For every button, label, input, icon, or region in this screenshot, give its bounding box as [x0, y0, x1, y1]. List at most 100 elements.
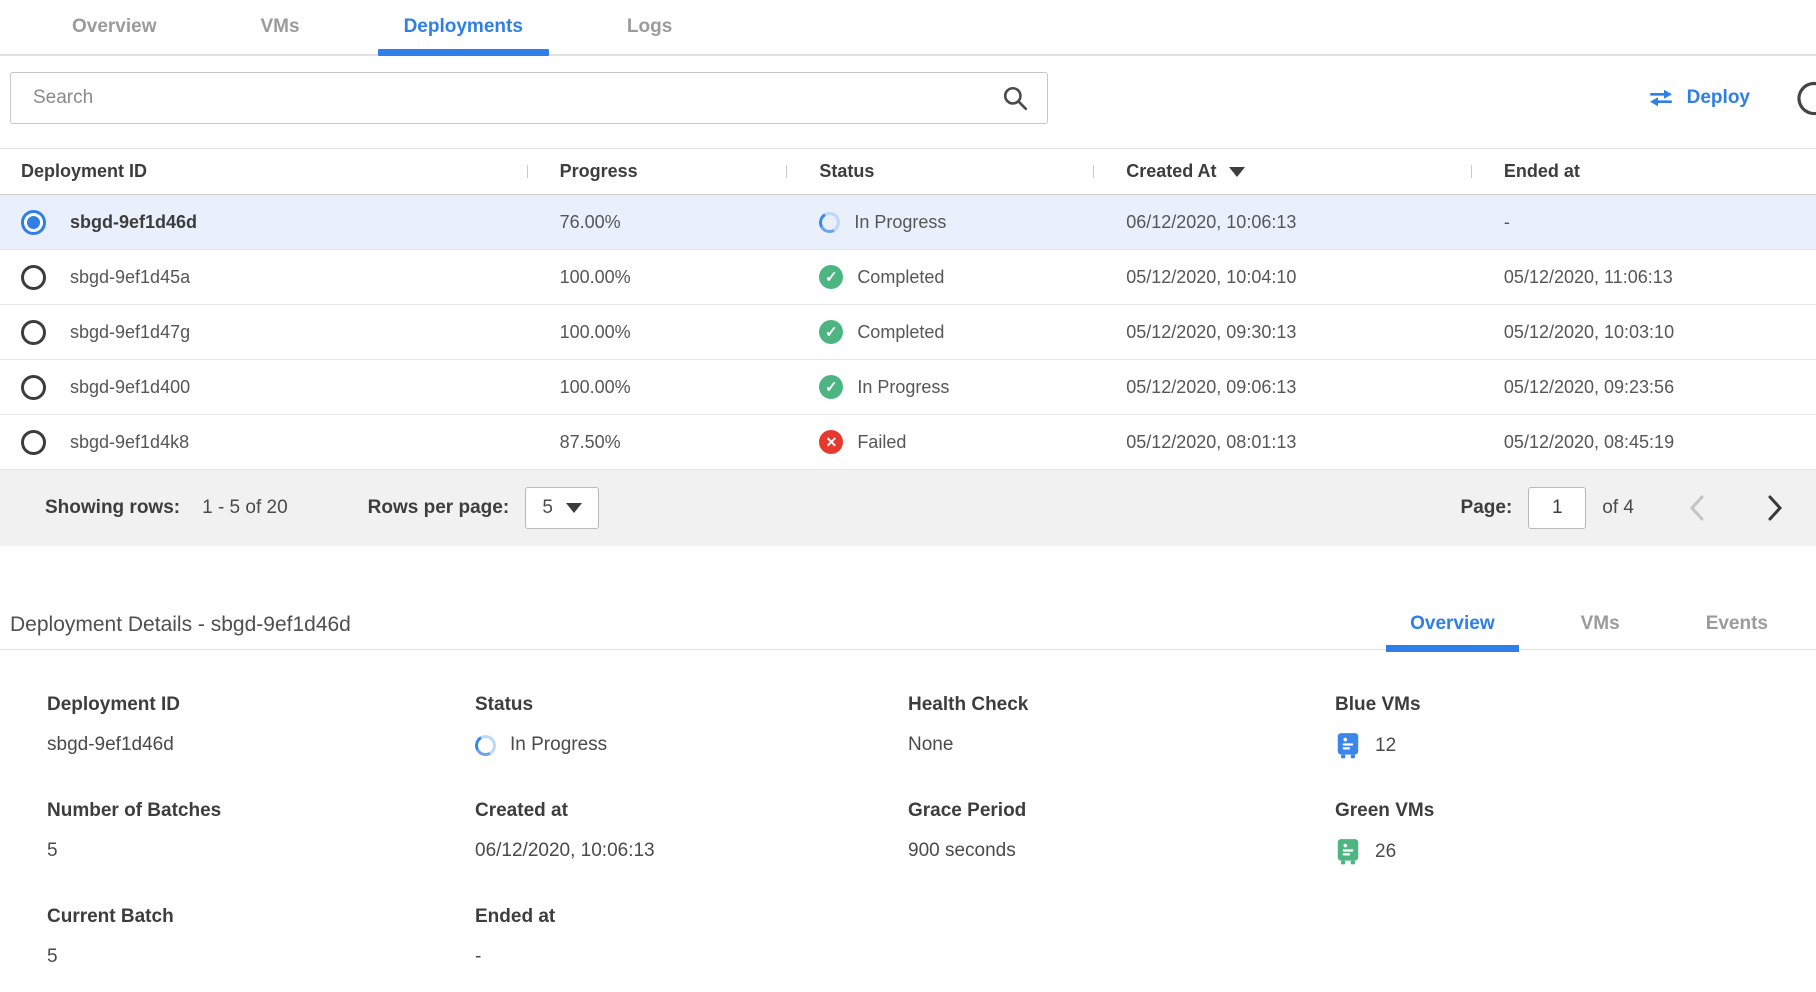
details-tab-vms[interactable]: VMs: [1557, 613, 1644, 649]
page-number-input[interactable]: [1528, 487, 1586, 529]
page-count: of 4: [1602, 497, 1634, 519]
field-value: In Progress: [510, 734, 607, 756]
deployments-page: Overview VMs Deployments Logs Deploy Dep…: [0, 0, 1816, 992]
table-pagination: Showing rows: 1 - 5 of 20 Rows per page:…: [0, 470, 1816, 546]
details-tab-events[interactable]: Events: [1682, 613, 1792, 649]
field-blue-vms: Blue VMs 12: [1335, 694, 1816, 760]
table-row[interactable]: sbgd-9ef1d4k8 87.50% Failed 05/12/2020, …: [0, 415, 1816, 470]
field-health-check: Health Check None: [908, 694, 1335, 760]
field-label: Status: [475, 694, 908, 716]
field-label: Green VMs: [1335, 800, 1816, 822]
field-ended-at: Ended at -: [475, 906, 908, 970]
field-label: Grace Period: [908, 800, 1335, 822]
page-label: Page:: [1461, 497, 1513, 519]
progress-value: 100.00%: [527, 267, 787, 288]
created-at-value: 05/12/2020, 09:06:13: [1093, 377, 1471, 398]
field-label: Blue VMs: [1335, 694, 1816, 716]
status-label: In Progress: [854, 212, 946, 233]
row-radio[interactable]: [21, 375, 46, 400]
progress-value: 100.00%: [527, 322, 787, 343]
field-created-at: Created at 06/12/2020, 10:06:13: [475, 800, 908, 866]
search-box: [10, 72, 1048, 124]
chevron-right-icon: [1764, 493, 1786, 523]
status-label: Completed: [857, 322, 944, 343]
deployment-id: sbgd-9ef1d46d: [70, 212, 197, 233]
rows-per-page-select[interactable]: 5: [525, 487, 599, 529]
field-value: 5: [47, 838, 475, 864]
field-value: 5: [47, 944, 475, 970]
ended-at-value: 05/12/2020, 11:06:13: [1471, 267, 1816, 288]
field-value: 900 seconds: [908, 838, 1335, 864]
col-header-status[interactable]: Status: [786, 161, 1093, 182]
refresh-button[interactable]: [1794, 78, 1816, 118]
previous-page-button[interactable]: [1686, 493, 1712, 523]
deployment-id: sbgd-9ef1d4k8: [70, 432, 189, 453]
tab-logs[interactable]: Logs: [601, 0, 698, 54]
table-row[interactable]: sbgd-9ef1d47g 100.00% Completed 05/12/20…: [0, 305, 1816, 360]
toolbar: Deploy: [0, 56, 1816, 148]
field-grace-period: Grace Period 900 seconds: [908, 800, 1335, 866]
created-at-value: 05/12/2020, 08:01:13: [1093, 432, 1471, 453]
row-radio[interactable]: [21, 265, 46, 290]
status-in-progress-icon: [817, 209, 843, 235]
progress-value: 76.00%: [527, 212, 787, 233]
showing-rows-value: 1 - 5 of 20: [202, 497, 288, 519]
table-header: Deployment ID Progress Status Created At…: [0, 149, 1816, 195]
swap-arrows-icon: [1647, 86, 1675, 110]
tab-vms[interactable]: VMs: [235, 0, 326, 54]
table-row[interactable]: sbgd-9ef1d46d 76.00% In Progress 06/12/2…: [0, 195, 1816, 250]
field-value: 12: [1375, 735, 1396, 757]
created-at-value: 05/12/2020, 10:04:10: [1093, 267, 1471, 288]
table-row[interactable]: sbgd-9ef1d45a 100.00% Completed 05/12/20…: [0, 250, 1816, 305]
row-radio[interactable]: [21, 320, 46, 345]
col-header-created-at[interactable]: Created At: [1093, 161, 1471, 182]
search-icon: [1002, 85, 1028, 111]
field-label: Health Check: [908, 694, 1335, 716]
field-value: 06/12/2020, 10:06:13: [475, 838, 908, 864]
refresh-icon: [1794, 78, 1816, 118]
deployment-id: sbgd-9ef1d45a: [70, 267, 190, 288]
created-at-value: 06/12/2020, 10:06:13: [1093, 212, 1471, 233]
details-tab-overview[interactable]: Overview: [1386, 613, 1519, 649]
row-radio[interactable]: [21, 210, 46, 235]
row-radio[interactable]: [21, 430, 46, 455]
rows-per-page-label: Rows per page:: [368, 497, 509, 519]
search-input[interactable]: [10, 72, 1048, 124]
rows-per-page-value: 5: [542, 497, 553, 519]
col-header-ended-at[interactable]: Ended at: [1471, 161, 1816, 182]
field-label: Current Batch: [47, 906, 475, 928]
tab-deployments[interactable]: Deployments: [378, 0, 549, 54]
field-value: -: [475, 944, 908, 970]
next-page-button[interactable]: [1764, 493, 1790, 523]
field-deployment-id: Deployment ID sbgd-9ef1d46d: [47, 694, 475, 760]
details-title: Deployment Details - sbgd-9ef1d46d: [10, 613, 351, 649]
deployments-table: Deployment ID Progress Status Created At…: [0, 148, 1816, 546]
status-label: In Progress: [857, 377, 949, 398]
progress-value: 100.00%: [527, 377, 787, 398]
ended-at-value: 05/12/2020, 08:45:19: [1471, 432, 1816, 453]
field-status: Status In Progress: [475, 694, 908, 760]
chevron-left-icon: [1686, 493, 1708, 523]
deployment-id: sbgd-9ef1d400: [70, 377, 190, 398]
details-header: Deployment Details - sbgd-9ef1d46d Overv…: [0, 604, 1816, 650]
vm-server-icon: [1335, 838, 1361, 866]
status-failed-icon: [819, 430, 843, 454]
status-label: Failed: [857, 432, 906, 453]
col-header-created-at-label: Created At: [1126, 161, 1216, 182]
showing-rows-label: Showing rows:: [45, 497, 180, 519]
progress-value: 87.50%: [527, 432, 787, 453]
status-completed-icon: [819, 320, 843, 344]
status-completed-icon: [819, 265, 843, 289]
deploy-button[interactable]: Deploy: [1647, 86, 1750, 110]
ended-at-value: -: [1471, 212, 1816, 233]
col-header-deployment-id[interactable]: Deployment ID: [0, 161, 527, 182]
field-green-vms: Green VMs 26: [1335, 800, 1816, 866]
ended-at-value: 05/12/2020, 10:03:10: [1471, 322, 1816, 343]
col-header-progress[interactable]: Progress: [527, 161, 787, 182]
tab-overview[interactable]: Overview: [46, 0, 183, 54]
field-value: None: [908, 732, 1335, 758]
sort-descending-icon: [1229, 167, 1245, 177]
status-label: Completed: [857, 267, 944, 288]
dropdown-caret-icon: [566, 503, 582, 513]
table-row[interactable]: sbgd-9ef1d400 100.00% In Progress 05/12/…: [0, 360, 1816, 415]
